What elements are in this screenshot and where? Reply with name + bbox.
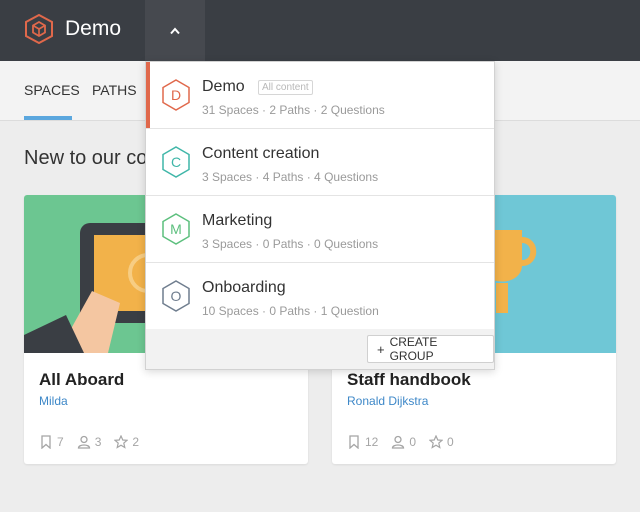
bookmark-icon bbox=[41, 435, 51, 449]
member-count[interactable]: 0 bbox=[391, 435, 416, 449]
star-count[interactable]: 0 bbox=[429, 435, 454, 449]
group-hexagon-icon: M bbox=[162, 213, 190, 245]
bookmark-count[interactable]: 7 bbox=[39, 435, 64, 449]
bookmark-icon bbox=[349, 435, 359, 449]
member-count[interactable]: 3 bbox=[77, 435, 102, 449]
bookmark-count-value: 7 bbox=[57, 435, 64, 449]
group-name: Content creation bbox=[202, 145, 320, 162]
top-bar: Demo bbox=[0, 0, 640, 61]
group-switcher-toggle[interactable] bbox=[145, 0, 205, 61]
group-meta: 3 Spaces · 0 Paths · 0 Questions bbox=[202, 237, 379, 251]
card-title: All Aboard bbox=[39, 370, 125, 389]
bookmark-count-value: 12 bbox=[365, 435, 379, 449]
group-badge: All content bbox=[258, 80, 313, 95]
active-tab-indicator bbox=[24, 116, 72, 120]
app-name: Demo bbox=[65, 17, 122, 40]
user-icon bbox=[77, 435, 90, 449]
card-stats: 12 0 0 bbox=[347, 435, 467, 449]
group-item-onboarding[interactable]: O Onboarding 10 Spaces · 0 Paths · 1 Que… bbox=[146, 263, 494, 330]
plus-icon: + bbox=[377, 341, 385, 357]
create-group-button[interactable]: + CREATE GROUP bbox=[367, 335, 494, 363]
group-hexagon-icon: D bbox=[162, 79, 190, 111]
create-group-label: CREATE GROUP bbox=[389, 335, 438, 363]
group-meta: 10 Spaces · 0 Paths · 1 Question bbox=[202, 304, 379, 318]
section-title: New to our co bbox=[24, 147, 148, 169]
card-title: Staff handbook bbox=[347, 370, 471, 389]
group-letter: M bbox=[170, 221, 182, 237]
card-stats: 7 3 2 bbox=[39, 435, 152, 449]
cube-hexagon-icon bbox=[25, 14, 53, 44]
star-count-value: 2 bbox=[132, 435, 140, 449]
group-name: Marketing bbox=[202, 212, 273, 229]
group-letter: D bbox=[171, 87, 181, 103]
user-icon bbox=[392, 435, 405, 449]
brand[interactable]: Demo bbox=[25, 14, 121, 44]
group-item-content-creation[interactable]: C Content creation 3 Spaces · 4 Paths · … bbox=[146, 129, 494, 196]
tab-paths[interactable]: PATHS bbox=[92, 82, 137, 98]
group-letter: C bbox=[171, 154, 181, 170]
bookmark-count[interactable]: 12 bbox=[347, 435, 378, 449]
group-item-marketing[interactable]: M Marketing 3 Spaces · 0 Paths · 0 Quest… bbox=[146, 196, 494, 263]
star-count-value: 0 bbox=[447, 435, 454, 449]
group-meta: 3 Spaces · 4 Paths · 4 Questions bbox=[202, 170, 379, 184]
dropdown-footer: + CREATE GROUP bbox=[146, 329, 494, 369]
star-count[interactable]: 2 bbox=[114, 435, 139, 449]
group-item-demo[interactable]: D Demo All content 31 Spaces · 2 Paths ·… bbox=[146, 62, 494, 129]
group-meta: 31 Spaces · 2 Paths · 2 Questions bbox=[202, 103, 385, 117]
group-hexagon-icon: C bbox=[162, 146, 190, 178]
member-count-value: 3 bbox=[94, 435, 102, 449]
group-letter: O bbox=[171, 288, 182, 304]
group-name: Onboarding bbox=[202, 279, 286, 296]
group-switcher-dropdown: D Demo All content 31 Spaces · 2 Paths ·… bbox=[145, 61, 495, 370]
card-author-link[interactable]: Milda bbox=[39, 394, 68, 408]
group-name: Demo bbox=[202, 78, 245, 95]
card-author-link[interactable]: Ronald Dijkstra bbox=[347, 394, 428, 408]
tab-spaces[interactable]: SPACES bbox=[24, 82, 80, 98]
star-icon bbox=[429, 435, 444, 449]
star-icon bbox=[114, 435, 129, 449]
group-hexagon-icon: O bbox=[162, 280, 190, 312]
chevron-up-icon bbox=[170, 26, 180, 34]
member-count-value: 0 bbox=[409, 435, 417, 449]
